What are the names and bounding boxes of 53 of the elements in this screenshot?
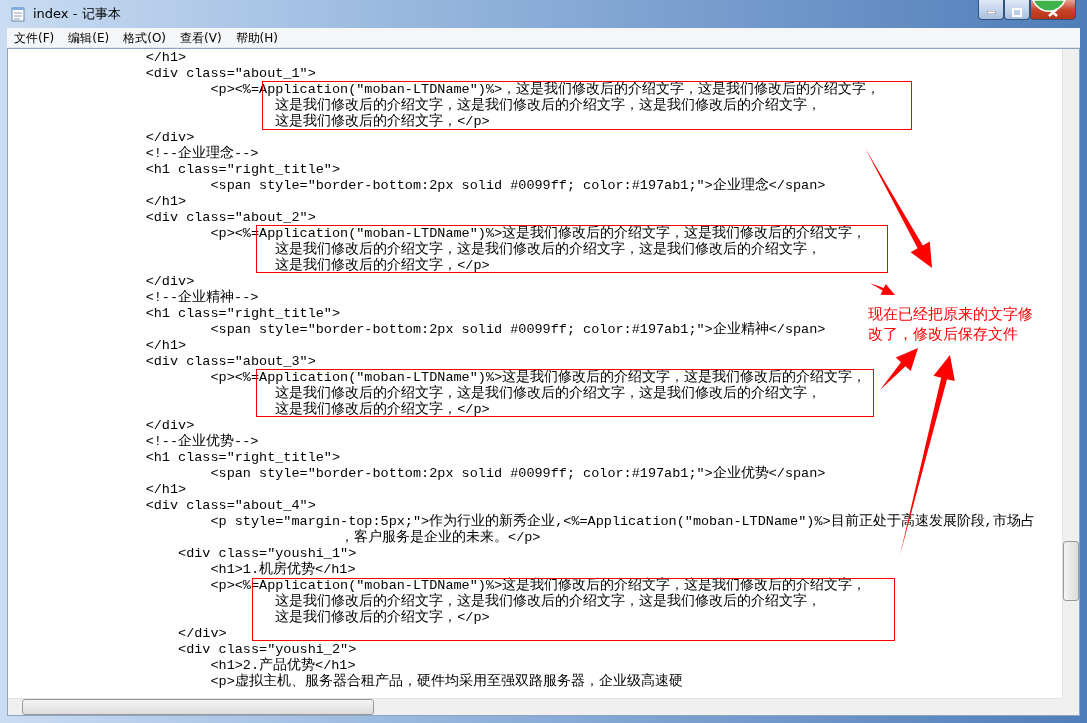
maximize-button[interactable] <box>1004 0 1030 20</box>
close-icon <box>1048 8 1058 17</box>
code-line: 这是我们修改后的介绍文字，这是我们修改后的介绍文字，这是我们修改后的介绍文字， <box>274 594 822 609</box>
menu-item[interactable]: 编辑(E) <box>61 27 117 48</box>
code-line: <p>虚拟主机、服务器合租产品，硬件均采用至强双路服务器，企业级高速硬 <box>209 674 683 690</box>
code-line: 这是我们修改后的介绍文字，这是我们修改后的介绍文字，这是我们修改后的介绍文字， <box>274 242 822 257</box>
code-line: <h1>1.机房优势</h1> <box>209 562 356 578</box>
maximize-icon <box>1012 8 1022 17</box>
code-line: <span style="border-bottom:2px solid #0099ff; color:#197ab1;">企业理念</span> <box>209 178 826 194</box>
notepad-icon <box>11 6 25 22</box>
vertical-scrollbar[interactable] <box>1062 49 1079 698</box>
window-title: index - 记事本 <box>33 5 121 24</box>
code-line: <div class="about_2"> <box>144 210 316 226</box>
code-line: <div class="about_1"> <box>144 66 316 82</box>
code-line: 这是我们修改后的介绍文字，</p> <box>274 114 490 130</box>
code-line: </div> <box>144 274 195 289</box>
code-line: <h1>2.产品优势</h1> <box>209 658 356 673</box>
code-line: 这是我们修改后的介绍文字，</p> <box>274 258 490 274</box>
code-line: <div class="youshi_2"> <box>177 642 357 657</box>
annotation-text: 现在已经把原来的文字修改了，修改后保存文件 <box>868 304 1034 344</box>
menu-item[interactable]: 格式(O) <box>116 27 174 48</box>
scroll-thumb[interactable] <box>22 699 374 715</box>
minimize-icon <box>986 11 996 14</box>
code-line: 这是我们修改后的介绍文字，</p> <box>274 402 490 418</box>
code-line: </h1> <box>144 482 187 498</box>
horizontal-scrollbar[interactable] <box>8 698 1062 715</box>
code-line: 这是我们修改后的介绍文字，这是我们修改后的介绍文字，这是我们修改后的介绍文字， <box>274 386 822 401</box>
code-line: <div class="about_4"> <box>144 498 316 514</box>
code-line: <h1 class="right_title"> <box>144 450 341 466</box>
code-line: <!--企业优势--> <box>144 434 259 450</box>
code-line: <div class="about_3"> <box>144 354 316 370</box>
menu-item[interactable]: 查看(V) <box>173 27 229 48</box>
arrow <box>870 283 895 295</box>
code-line: <h1 class="right_title"> <box>144 306 341 322</box>
code-line: <h1 class="right_title"> <box>144 162 341 178</box>
code-line: </div> <box>177 626 227 642</box>
code-line: ，客户服务是企业的未来。</p> <box>339 530 541 546</box>
code-line: <div class="youshi_1"> <box>177 546 357 561</box>
code-line: 这是我们修改后的介绍文字，这是我们修改后的介绍文字，这是我们修改后的介绍文字， <box>274 98 822 113</box>
scroll-thumb[interactable] <box>1063 541 1079 601</box>
code-line: </h1> <box>144 338 187 354</box>
code-line: 这是我们修改后的介绍文字，</p> <box>274 610 490 626</box>
code-line: <span style="border-bottom:2px solid #0099ff; color:#197ab1;">企业精神</span> <box>209 322 826 338</box>
menu-item[interactable]: 帮助(H) <box>228 27 285 48</box>
code-line: <span style="border-bottom:2px solid #0099ff; color:#197ab1;">企业优势</span> <box>209 466 826 482</box>
code-line: </h1> <box>144 50 187 66</box>
menu-item[interactable]: 文件(F) <box>7 27 62 48</box>
code-line: </div> <box>144 418 195 433</box>
code-line: </h1> <box>144 194 187 210</box>
code-line: </div> <box>144 130 195 145</box>
code-line: <!--企业理念--> <box>144 146 259 162</box>
code-line: <!--企业精神--> <box>144 290 259 306</box>
minimize-button[interactable] <box>978 0 1004 20</box>
